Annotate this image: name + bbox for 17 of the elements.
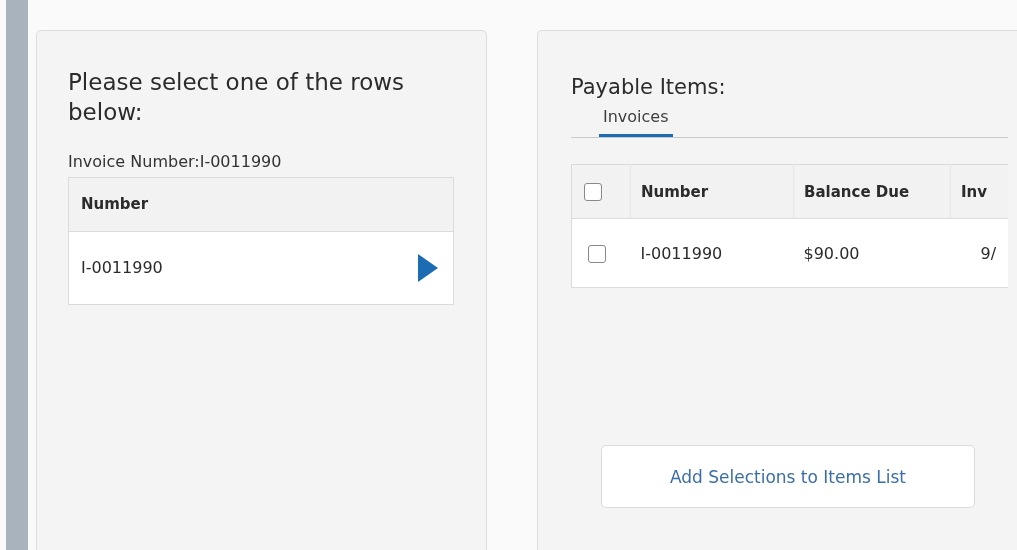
table-row[interactable]: I-0011990 [68, 231, 454, 305]
column-header: Balance Due [804, 182, 910, 201]
column-header: Number [68, 177, 454, 232]
selection-label: Invoice Number:I-0011990 [68, 151, 283, 171]
table-cell: $90.00 [803, 243, 860, 263]
table-cell: I-0011990 [640, 243, 723, 263]
panel-title: Please select one of the rows below: [68, 68, 406, 128]
column-header: Number [641, 182, 709, 201]
checkbox[interactable] [584, 182, 602, 201]
play-icon[interactable] [417, 253, 439, 282]
add-selections-button[interactable]: Add Selections to Items List [601, 445, 975, 508]
table-cell: 9/ [980, 243, 997, 263]
table-cell: I-0011990 [81, 258, 163, 278]
tab[interactable]: Invoices [599, 105, 673, 137]
panel-title: Payable Items: [571, 75, 727, 99]
column-header: Inv [961, 182, 988, 201]
checkbox[interactable] [588, 244, 606, 263]
